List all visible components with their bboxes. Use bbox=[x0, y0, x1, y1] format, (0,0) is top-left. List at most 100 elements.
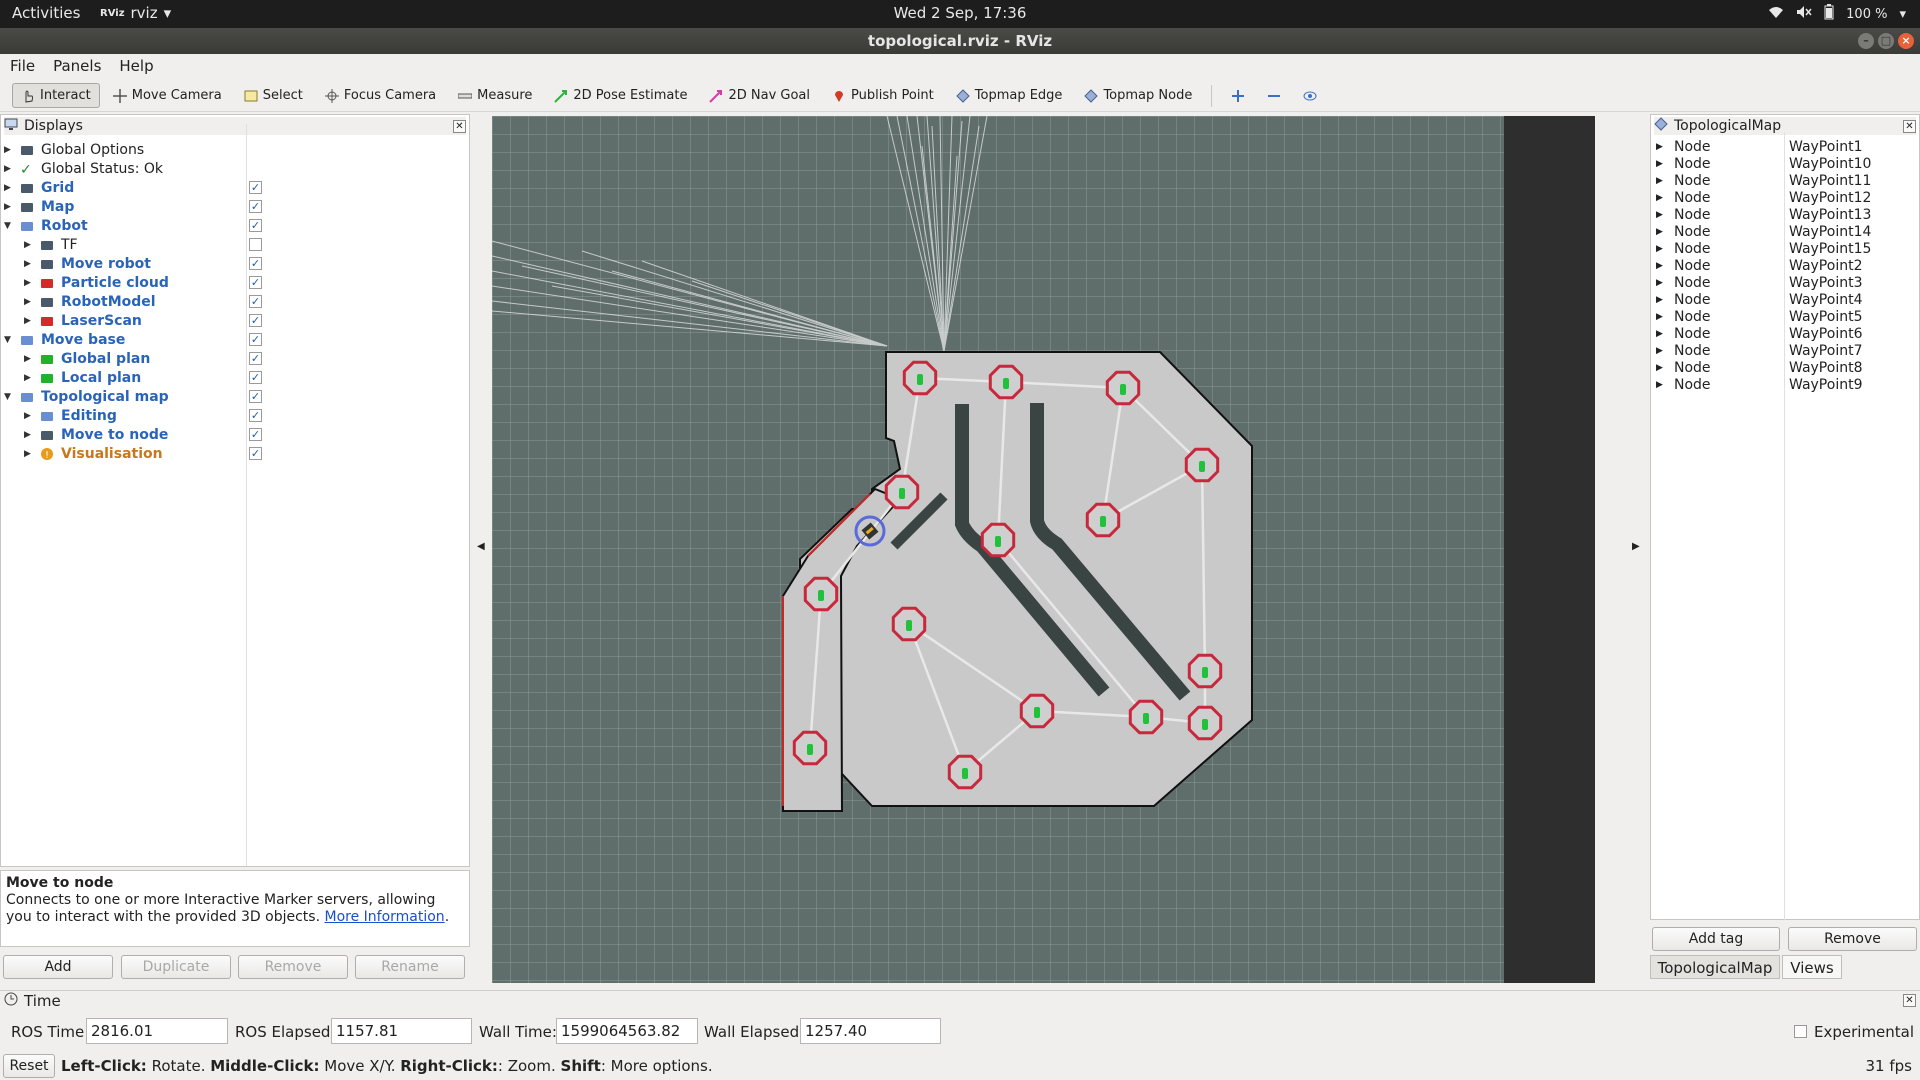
nav-goal-tool-button[interactable]: 2D Nav Goal bbox=[700, 83, 819, 108]
expand-right-icon[interactable]: ▶ bbox=[4, 145, 14, 155]
expand-down-icon[interactable]: ▼ bbox=[4, 221, 14, 231]
expand-right-icon[interactable]: ▶ bbox=[1656, 258, 1674, 275]
left-dock-collapse-handle[interactable]: ◀ bbox=[471, 116, 491, 983]
display-enabled-checkbox[interactable]: ✓ bbox=[249, 200, 262, 213]
ros-elapsed-field[interactable]: 1157.81 bbox=[331, 1018, 472, 1044]
close-panel-icon[interactable]: ✕ bbox=[453, 119, 466, 133]
close-panel-icon[interactable]: ✕ bbox=[1903, 994, 1916, 1007]
maximize-button[interactable]: □ bbox=[1878, 33, 1894, 49]
topomap-node-row[interactable]: ▶ Node WayPoint6 bbox=[1656, 326, 1862, 343]
waypoint-node[interactable] bbox=[792, 730, 828, 766]
topomap-node-row[interactable]: ▶ Node WayPoint7 bbox=[1656, 343, 1862, 360]
display-item[interactable]: ▶ Map bbox=[4, 197, 74, 216]
display-item[interactable]: ▶ Global Options bbox=[4, 140, 144, 159]
expand-right-icon[interactable]: ▶ bbox=[4, 164, 14, 174]
display-item[interactable]: ▶ Global plan bbox=[24, 349, 150, 368]
expand-right-icon[interactable]: ▶ bbox=[1656, 343, 1674, 360]
expand-right-icon[interactable]: ▶ bbox=[24, 373, 34, 383]
display-enabled-checkbox[interactable]: ✓ bbox=[249, 409, 262, 422]
tab-views[interactable]: Views bbox=[1782, 955, 1842, 979]
publish-point-tool-button[interactable]: Publish Point bbox=[823, 83, 943, 108]
expand-right-icon[interactable]: ▶ bbox=[1656, 241, 1674, 258]
add-tag-button[interactable]: Add tag bbox=[1652, 927, 1780, 951]
move-camera-tool-button[interactable]: Move Camera bbox=[104, 83, 231, 108]
expand-right-icon[interactable]: ▶ bbox=[1656, 309, 1674, 326]
display-item[interactable]: ▶ Move to node bbox=[24, 425, 168, 444]
interact-tool-button[interactable]: Interact bbox=[12, 83, 100, 108]
display-item[interactable]: ▶ Editing bbox=[24, 406, 117, 425]
ros-time-field[interactable]: 2816.01 bbox=[86, 1018, 228, 1044]
add-display-button[interactable]: Add bbox=[3, 955, 113, 979]
waypoint-node[interactable] bbox=[1085, 502, 1121, 538]
topomap-node-row[interactable]: ▶ Node WayPoint11 bbox=[1656, 173, 1871, 190]
display-enabled-checkbox[interactable]: ✓ bbox=[249, 333, 262, 346]
menu-file[interactable]: File bbox=[10, 54, 35, 78]
expand-right-icon[interactable]: ▶ bbox=[24, 449, 34, 459]
topomap-node-row[interactable]: ▶ Node WayPoint13 bbox=[1656, 207, 1871, 224]
display-enabled-checkbox[interactable]: ✓ bbox=[249, 314, 262, 327]
topomap-node-row[interactable]: ▶ Node WayPoint5 bbox=[1656, 309, 1862, 326]
expand-right-icon[interactable]: ▶ bbox=[24, 411, 34, 421]
menu-help[interactable]: Help bbox=[119, 54, 153, 78]
display-item[interactable]: ▶ RobotModel bbox=[24, 292, 156, 311]
waypoint-node[interactable] bbox=[884, 474, 920, 510]
display-item[interactable]: ▼ Move base bbox=[4, 330, 125, 349]
display-enabled-checkbox[interactable]: ✓ bbox=[249, 447, 262, 460]
display-item[interactable]: ▶! Visualisation bbox=[24, 444, 163, 463]
expand-right-icon[interactable]: ▶ bbox=[1656, 377, 1674, 394]
display-item[interactable]: ▶ LaserScan bbox=[24, 311, 142, 330]
clock[interactable]: Wed 2 Sep, 17:36 bbox=[0, 4, 1920, 22]
remove-display-button[interactable]: Remove bbox=[238, 955, 348, 979]
expand-right-icon[interactable]: ▶ bbox=[1656, 207, 1674, 224]
expand-right-icon[interactable]: ▶ bbox=[1656, 139, 1674, 156]
expand-right-icon[interactable]: ▶ bbox=[4, 202, 14, 212]
remove-node-button[interactable]: Remove bbox=[1788, 927, 1917, 951]
expand-down-icon[interactable]: ▼ bbox=[4, 392, 14, 402]
minimize-button[interactable]: – bbox=[1858, 33, 1874, 49]
add-tool-button[interactable] bbox=[1222, 84, 1254, 108]
topomap-node-row[interactable]: ▶ Node WayPoint10 bbox=[1656, 156, 1871, 173]
expand-right-icon[interactable]: ▶ bbox=[1656, 156, 1674, 173]
waypoint-node[interactable] bbox=[947, 754, 983, 790]
topomap-node-row[interactable]: ▶ Node WayPoint1 bbox=[1656, 139, 1862, 156]
expand-right-icon[interactable]: ▶ bbox=[1656, 224, 1674, 241]
display-enabled-checkbox[interactable]: ✓ bbox=[249, 181, 262, 194]
waypoint-node[interactable] bbox=[1019, 693, 1055, 729]
topomap-node-row[interactable]: ▶ Node WayPoint2 bbox=[1656, 258, 1862, 275]
waypoint-node[interactable] bbox=[891, 606, 927, 642]
topmap-node-tool-button[interactable]: Topmap Node bbox=[1075, 83, 1201, 108]
rename-display-button[interactable]: Rename bbox=[355, 955, 465, 979]
topomap-node-row[interactable]: ▶ Node WayPoint3 bbox=[1656, 275, 1862, 292]
waypoint-node[interactable] bbox=[1184, 447, 1220, 483]
expand-right-icon[interactable]: ▶ bbox=[24, 297, 34, 307]
display-enabled-checkbox[interactable]: ✓ bbox=[249, 219, 262, 232]
topmap-edge-tool-button[interactable]: Topmap Edge bbox=[947, 83, 1072, 108]
expand-right-icon[interactable]: ▶ bbox=[24, 354, 34, 364]
display-item[interactable]: ▶ TF bbox=[24, 235, 78, 254]
more-information-link[interactable]: More Information bbox=[324, 909, 444, 925]
display-enabled-checkbox[interactable]: ✓ bbox=[249, 371, 262, 384]
measure-tool-button[interactable]: Measure bbox=[449, 83, 541, 108]
waypoint-node[interactable] bbox=[1128, 699, 1164, 735]
wall-elapsed-field[interactable]: 1257.40 bbox=[800, 1018, 941, 1044]
remove-tool-button[interactable] bbox=[1258, 84, 1290, 108]
display-enabled-checkbox[interactable]: ✓ bbox=[249, 352, 262, 365]
expand-right-icon[interactable]: ▶ bbox=[1656, 190, 1674, 207]
select-tool-button[interactable]: Select bbox=[235, 83, 312, 108]
menu-panels[interactable]: Panels bbox=[53, 54, 101, 78]
topomap-node-row[interactable]: ▶ Node WayPoint4 bbox=[1656, 292, 1862, 309]
expand-right-icon[interactable]: ▶ bbox=[24, 240, 34, 250]
waypoint-node[interactable] bbox=[988, 364, 1024, 400]
focus-camera-tool-button[interactable]: Focus Camera bbox=[316, 83, 445, 108]
topomap-node-row[interactable]: ▶ Node WayPoint14 bbox=[1656, 224, 1871, 241]
display-enabled-checkbox[interactable]: ✓ bbox=[249, 390, 262, 403]
display-enabled-checkbox[interactable]: ✓ bbox=[249, 428, 262, 441]
experimental-checkbox[interactable] bbox=[1794, 1025, 1807, 1038]
duplicate-display-button[interactable]: Duplicate bbox=[121, 955, 231, 979]
waypoint-node[interactable] bbox=[980, 522, 1016, 558]
right-dock-collapse-handle[interactable]: ▶ bbox=[1625, 116, 1647, 983]
display-enabled-checkbox[interactable]: ✓ bbox=[249, 295, 262, 308]
topomap-node-row[interactable]: ▶ Node WayPoint8 bbox=[1656, 360, 1862, 377]
topomap-node-row[interactable]: ▶ Node WayPoint12 bbox=[1656, 190, 1871, 207]
topomap-node-row[interactable]: ▶ Node WayPoint15 bbox=[1656, 241, 1871, 258]
